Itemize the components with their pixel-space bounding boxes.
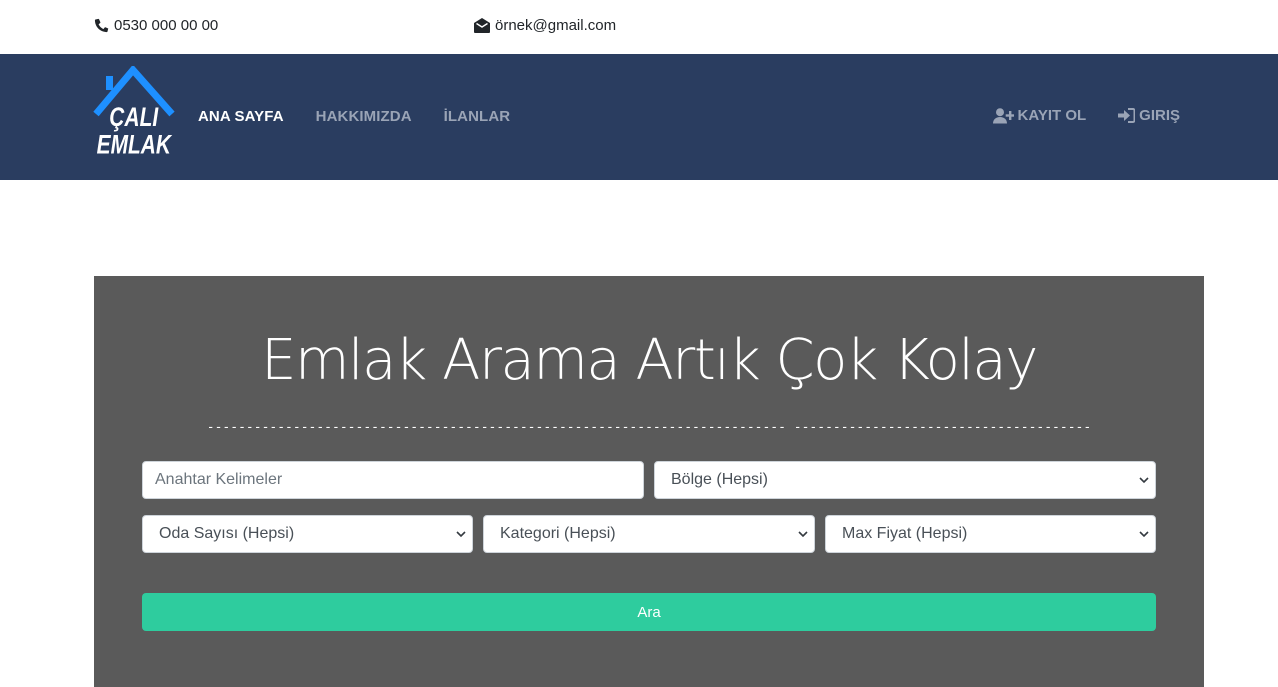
chevron-down-icon xyxy=(1139,477,1149,484)
phone-icon xyxy=(94,18,109,33)
region-select-value: Bölge (Hepsi) xyxy=(671,471,768,488)
login-link[interactable]: GIRIŞ xyxy=(1118,107,1180,124)
max-price-select-value: Max Fiyat (Hepsi) xyxy=(842,525,968,542)
email-address: örnek@gmail.com xyxy=(495,17,617,34)
keywords-input[interactable] xyxy=(142,461,644,499)
nav-item-home[interactable]: ANA SAYFA xyxy=(198,108,284,125)
brand-line1: ÇALI xyxy=(109,103,159,133)
max-price-select[interactable]: Max Fiyat (Hepsi) xyxy=(825,515,1156,553)
category-select[interactable]: Kategori (Hepsi) xyxy=(483,515,815,553)
brand-logo[interactable]: ÇALI EMLAK xyxy=(92,66,178,162)
phone-number: 0530 000 00 00 xyxy=(114,17,219,34)
rooms-select[interactable]: Oda Sayısı (Hepsi) xyxy=(142,515,473,553)
user-plus-icon xyxy=(992,107,1014,123)
region-select[interactable]: Bölge (Hepsi) xyxy=(654,461,1156,499)
search-panel: Emlak Arama Artık Çok Kolay ------------… xyxy=(94,276,1204,687)
rooms-select-value: Oda Sayısı (Hepsi) xyxy=(159,525,295,542)
register-label: KAYIT OL xyxy=(1017,107,1087,124)
search-button[interactable]: Ara xyxy=(142,593,1156,631)
register-link[interactable]: KAYIT OL xyxy=(992,107,1087,124)
auth-nav: KAYIT OL GIRIŞ xyxy=(992,107,1180,124)
hero-title: Emlak Arama Artık Çok Kolay xyxy=(261,328,1038,393)
primary-nav: ANA SAYFA HAKKIMIZDA İLANLAR xyxy=(198,108,510,125)
chevron-down-icon xyxy=(456,531,466,538)
chevron-down-icon xyxy=(1139,531,1149,538)
top-contact-bar: 0530 000 00 00 örnek@gmail.com xyxy=(0,0,1278,54)
hero-divider: ----------------------------------------… xyxy=(206,420,1092,435)
main-navbar: ÇALI EMLAK ANA SAYFA HAKKIMIZDA İLANLAR … xyxy=(0,54,1278,180)
login-label: GIRIŞ xyxy=(1139,107,1180,124)
phone-contact: 0530 000 00 00 xyxy=(94,17,218,34)
sign-in-icon xyxy=(1118,108,1136,123)
brand-line2: EMLAK xyxy=(97,130,173,160)
email-contact: örnek@gmail.com xyxy=(474,17,616,34)
nav-item-listings[interactable]: İLANLAR xyxy=(444,108,511,125)
category-select-value: Kategori (Hepsi) xyxy=(500,525,616,542)
envelope-open-icon xyxy=(474,18,490,33)
chevron-down-icon xyxy=(798,531,808,538)
nav-item-about[interactable]: HAKKIMIZDA xyxy=(316,108,412,125)
